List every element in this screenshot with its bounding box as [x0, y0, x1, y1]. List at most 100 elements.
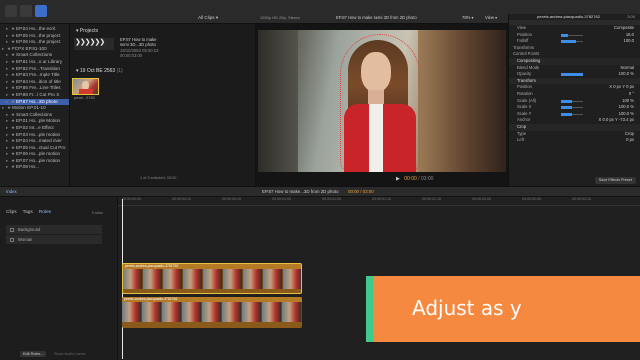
event-count: (1)	[116, 68, 123, 74]
inspector-row[interactable]: Rotation 0 °	[509, 91, 640, 98]
library-item-label: EP.85 Fre...Line Titles	[16, 85, 61, 91]
projects-group[interactable]: ▾ Projects	[76, 28, 98, 34]
inspector-slider[interactable]	[561, 112, 583, 116]
library-item[interactable]: ▸ ★EP.08 Ho...	[0, 164, 69, 171]
library-item[interactable]: ▸ ★EP.05 Ho...ctual Cut Pro	[0, 145, 69, 152]
library-item[interactable]: ▸ ★EP.04 Ho...mated river	[0, 138, 69, 145]
zoom-menu[interactable]: 78% ▾	[462, 15, 474, 20]
inspector-row-value[interactable]: Crop	[625, 131, 634, 138]
inspector-row-value: 100.0 %	[618, 104, 634, 110]
tab-tags[interactable]: Tags	[23, 210, 33, 215]
library-item[interactable]: ▸ ★EP.06 Ho...ple motion	[0, 151, 69, 158]
video-frame[interactable]	[258, 30, 506, 172]
library-item[interactable]: ▸ ★EP.81 Ho...o ur Library	[0, 59, 69, 66]
project-thumbnail[interactable]: ❯❯❯❯❯❯	[74, 38, 114, 50]
library-item-label: EP.06 Ho...the project	[16, 39, 61, 45]
role-item-background[interactable]: Background	[6, 225, 102, 234]
inspector-slider[interactable]	[561, 33, 583, 37]
film-frame	[123, 269, 143, 289]
inspector-row[interactable]: Transforms	[509, 45, 640, 52]
libraries-button[interactable]	[5, 5, 17, 17]
inspector-slider[interactable]	[561, 106, 583, 110]
index-button[interactable]: Index	[6, 189, 17, 194]
film-frame	[163, 269, 183, 289]
library-item[interactable]: ▸ ★EP.07 Ho...ple motion	[0, 158, 69, 165]
tab-clips[interactable]: Clips	[6, 210, 17, 215]
library-item[interactable]: ▸ ★EP.82 Fre...Transition	[0, 66, 69, 73]
inspector-slider[interactable]	[561, 73, 583, 77]
inspector-slider[interactable]	[561, 99, 583, 103]
project-info: EP.87 How to make semi 3D...3D photo 19/…	[120, 37, 158, 59]
library-item[interactable]: ▸ ★Motion EP.01-10	[0, 105, 69, 112]
inspector-slider[interactable]	[561, 40, 583, 44]
ruler-tick-label: 00:00:01:05	[322, 197, 341, 201]
inspector-row[interactable]: Scale (All) 100 %	[509, 98, 640, 105]
inspector-row[interactable]: Position 16.0	[509, 32, 640, 39]
library-item[interactable]: ▸ ★EP.85 Fre...Line Titles	[0, 85, 69, 92]
play-button[interactable]: ▶	[396, 176, 400, 182]
inspector-row-label: Rotation	[517, 90, 533, 96]
show-audio-lanes-button[interactable]: Show Audio Lanes	[54, 351, 85, 357]
inspector-row[interactable]: Type Crop	[509, 131, 640, 138]
zoom-value: 78%	[462, 15, 471, 20]
role-item-woman[interactable]: Woman	[6, 235, 102, 244]
roles-count: 3 roles	[91, 211, 103, 215]
library-item[interactable]: ▸ ★EP.05 Ho...the project	[0, 33, 69, 40]
library-item-label: Smart Collections	[16, 52, 52, 58]
timeline-index: Clips Tags Roles 3 roles Background Woma…	[0, 197, 118, 360]
clip-name: pexel...5783	[74, 96, 95, 100]
library-item-label: EP.84 Ho...ition of title	[16, 78, 61, 84]
libraries-list: ▸ ★EP.04 Ho...the ecrit ▸ ★EP.05 Ho...the p…	[0, 24, 69, 171]
library-item-label: EP.08 Ho...	[16, 164, 39, 170]
library-item[interactable]: ▸ ★EP.03 Ho...ple motion	[0, 132, 69, 139]
titles-button[interactable]	[35, 5, 47, 17]
library-item[interactable]: ▸ ★EP.83 Fre...mple Title	[0, 72, 69, 79]
library-item[interactable]: ▸ ★EP.01 Ho...ple Motion	[0, 118, 69, 125]
library-item[interactable]: ▸ ★EP.06 Ho...the project	[0, 39, 69, 46]
inspector-row[interactable]: View Composite	[509, 25, 640, 32]
library-item[interactable]: ▸ ★Smart Collections	[0, 52, 69, 59]
lower-clip[interactable]: pexels-andrea-piacquadio-3782762	[122, 297, 302, 328]
inspector-row-value[interactable]: Normal	[621, 65, 635, 72]
libraries-sidebar: ▸ ★EP.04 Ho...the ecrit ▸ ★EP.05 Ho...the p…	[0, 24, 70, 186]
library-item[interactable]: ▸ ★EP.86 Fr...l Cut Pro X	[0, 92, 69, 99]
inspector-row[interactable]: Scale Y 100.0 %	[509, 111, 640, 118]
role-checkbox[interactable]	[10, 237, 14, 242]
library-item[interactable]: ▸ ★EP.84 Ho...ition of title	[0, 79, 69, 86]
role-checkbox[interactable]	[10, 227, 14, 232]
viewer-timecode-total: 03:00	[420, 176, 434, 182]
inspector-row[interactable]: Blend Mode Normal	[509, 65, 640, 72]
edit-roles-button[interactable]: Edit Roles...	[20, 351, 47, 357]
inspector-row[interactable]: Anchor X 0.0 px Y -73.4 px	[509, 117, 640, 124]
inspector-row[interactable]: Opacity 100.0 %	[509, 71, 640, 78]
inspector-row[interactable]: Falloff 100.0	[509, 38, 640, 45]
index-tabs: Clips Tags Roles	[6, 210, 51, 215]
library-item[interactable]: ▸ ★EP.04 Ho...the ecrit	[0, 26, 69, 33]
view-menu[interactable]: View ▾	[485, 15, 497, 20]
clip-thumbnail[interactable]	[72, 78, 99, 95]
upper-clip[interactable]: pexels-andrea-piacquadio-3782762	[122, 263, 302, 294]
inspector-row-value: 100.0 %	[618, 110, 634, 116]
inspector-row-value[interactable]: Composite	[614, 25, 634, 32]
inspector-row-value[interactable]: X 0 px Y 0 px	[609, 84, 634, 91]
event-group[interactable]: ▾ 19 Oct BE 2563 (1)	[76, 68, 123, 74]
role-label: Woman	[18, 237, 33, 242]
timeline-ruler[interactable]: 00:00:00:00 00:00:00:10 00:00:00:15 00:00:0…	[118, 197, 640, 206]
inspector-row-value[interactable]: 0 °	[629, 91, 634, 98]
save-effects-preset-button[interactable]: Save Effects Preset	[594, 177, 636, 184]
clip-filter-menu[interactable]: All Clips ▾	[198, 15, 218, 21]
inspector-row[interactable]: Position X 0 px Y 0 px	[509, 84, 640, 91]
photos-button[interactable]	[20, 5, 32, 17]
slider-fill	[561, 112, 572, 116]
library-item[interactable]: ▸ ★Smart Collections	[0, 112, 69, 119]
tab-roles[interactable]: Roles	[39, 210, 51, 215]
inspector-row[interactable]: Control Points	[509, 51, 640, 58]
inspector-row-value[interactable]: 0 px	[626, 137, 634, 144]
library-item[interactable]: ▸ ★EP.87 Ho...3D photo	[0, 98, 69, 106]
inspector-row-value[interactable]: X 0.0 px Y -73.4 px	[599, 117, 634, 124]
library-item[interactable]: ▸ ★FCPX EP.81-100	[0, 46, 69, 53]
inspector-row[interactable]: Scale X 100.0 %	[509, 104, 640, 111]
inspector-row-label: Transforms	[513, 44, 535, 50]
inspector-row[interactable]: Left 0 px	[509, 137, 640, 144]
library-item[interactable]: ▸ ★EP.02 Int...e Effect	[0, 125, 69, 132]
